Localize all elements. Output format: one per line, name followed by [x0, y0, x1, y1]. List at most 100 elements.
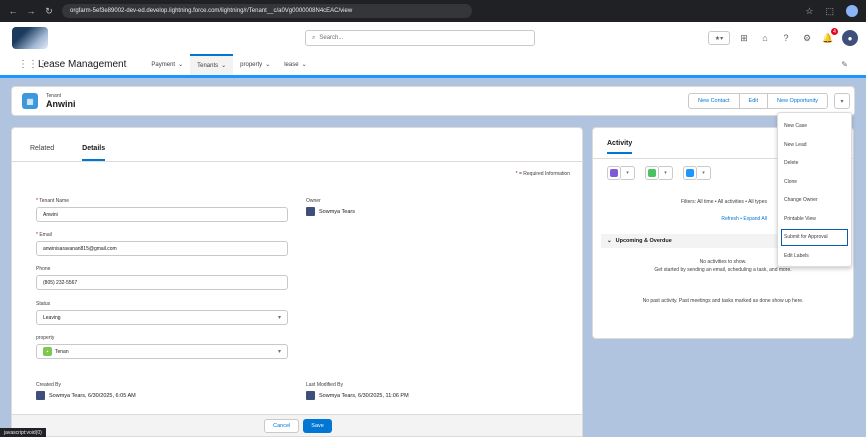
chevron-down-icon[interactable]: ⌄: [178, 61, 183, 68]
chevron-down-icon[interactable]: ▾: [697, 166, 711, 180]
email-label-text: Email: [39, 232, 52, 238]
modified-by-value: Sowmya Tears, 6/30/2025, 11:06 PM: [306, 391, 409, 400]
chevron-down-icon[interactable]: ⌄: [302, 61, 307, 68]
url-text: orgfarm-5ef3e89002-dev-ed.develop.lightn…: [70, 8, 353, 14]
email-label: * Email: [36, 232, 52, 238]
status-select[interactable]: Leaving ▾: [36, 310, 288, 325]
phone-input[interactable]: (805) 232-5567: [36, 275, 288, 290]
tenant-name-value: Anwini: [43, 211, 58, 218]
status-label: Status: [36, 301, 51, 307]
menu-item-clone[interactable]: Clone: [778, 173, 851, 192]
required-info-note: * = Required Information: [515, 171, 570, 177]
created-by-value: Sowmya Tears, 6/30/2025, 6:05 AM: [36, 391, 136, 400]
property-record-icon: ▪: [43, 347, 52, 356]
app-launcher-icon[interactable]: ⋮⋮⋮: [18, 59, 48, 70]
search-placeholder: Search...: [319, 35, 344, 41]
chevron-down-icon[interactable]: ▾: [621, 166, 635, 180]
chevron-down-icon[interactable]: ⌄: [265, 61, 270, 68]
notifications-bell-icon[interactable]: 🔔 4: [821, 28, 838, 45]
menu-item-new-lead[interactable]: New Lead: [778, 136, 851, 155]
user-icon: [306, 391, 315, 400]
owner-name[interactable]: Sowmya Tears: [319, 209, 355, 215]
org-logo[interactable]: [12, 27, 48, 49]
browser-profile-avatar[interactable]: [846, 5, 858, 17]
menu-item-edit-labels[interactable]: Edit Labels: [778, 247, 851, 266]
nav-tab-payment[interactable]: Payment ⌄: [144, 54, 190, 75]
new-task-action-button[interactable]: [683, 166, 697, 180]
nav-tab-tenants[interactable]: Tenants ⌄: [190, 54, 234, 75]
tenant-name-input[interactable]: Anwini: [36, 207, 288, 222]
created-by-text[interactable]: Sowmya Tears, 6/30/2025, 6:05 AM: [49, 393, 136, 399]
setup-gear-icon[interactable]: ⚙: [800, 31, 814, 45]
status-value: Leaving: [43, 314, 61, 321]
created-by-label: Created By: [36, 382, 62, 388]
menu-item-printable-view[interactable]: Printable View: [778, 210, 851, 229]
activity-refresh-links[interactable]: Refresh • Expand All: [721, 216, 767, 222]
chevron-down-icon[interactable]: ⌄: [221, 62, 226, 69]
menu-item-delete[interactable]: Delete: [778, 154, 851, 173]
edit-nav-pencil-icon[interactable]: ✎: [841, 60, 848, 69]
extensions-icon[interactable]: ⬚: [825, 6, 834, 17]
owner-value[interactable]: Sowmya Tears: [306, 207, 355, 216]
cancel-button[interactable]: Cancel: [264, 418, 300, 433]
phone-value: (805) 232-5567: [43, 279, 78, 286]
activity-filters[interactable]: Filters: All time • All activities • All…: [681, 199, 767, 205]
address-bar[interactable]: orgfarm-5ef3e89002-dev-ed.develop.lightn…: [62, 4, 472, 18]
more-actions-chevron-down-icon[interactable]: ▾: [834, 93, 850, 109]
tab-details[interactable]: Details: [82, 145, 106, 161]
app-name: Lease Management: [38, 59, 127, 70]
phone-label: Phone: [36, 266, 51, 272]
forward-icon[interactable]: →: [26, 6, 36, 16]
email-input[interactable]: anwinisaravanan815@gmail.com: [36, 241, 288, 256]
new-contact-button[interactable]: New Contact: [688, 93, 740, 109]
record-highlights: ▦ Tenant Anwini New Contact Edit New Opp…: [11, 86, 855, 116]
upcoming-overdue-section[interactable]: ⌄ Upcoming & Overdue: [601, 234, 779, 248]
trailhead-icon[interactable]: ⌂: [758, 31, 772, 45]
owner-label: Owner: [306, 198, 321, 204]
global-header: ⌕ Search... ★▾ ⊞ ⌂ ? ⚙ 🔔 4 ●: [0, 22, 866, 54]
modified-by-text[interactable]: Sowmya Tears, 6/30/2025, 11:06 PM: [319, 393, 409, 399]
chevron-down-icon[interactable]: ▾: [659, 166, 673, 180]
upcoming-overdue-label: Upcoming & Overdue: [615, 238, 672, 244]
modified-by-label: Last Modified By: [306, 382, 343, 388]
property-value: Tenan: [55, 348, 69, 355]
back-icon[interactable]: ←: [8, 6, 18, 16]
tenant-record-icon: ▦: [22, 93, 38, 109]
email-action-button[interactable]: [607, 166, 621, 180]
reload-icon[interactable]: ↻: [44, 6, 54, 17]
save-button[interactable]: Save: [303, 418, 332, 433]
record-detail-card: Related Details * = Required Information…: [11, 127, 583, 437]
menu-item-submit-for-approval[interactable]: Submit for Approval: [780, 228, 849, 247]
favorites-star-icon[interactable]: ★▾: [708, 31, 730, 45]
nav-tab-lease[interactable]: lease ⌄: [277, 54, 313, 75]
tenant-name-label: * Tenant Name: [36, 198, 70, 204]
tab-related[interactable]: Related: [30, 145, 54, 161]
chevron-down-icon: ⌄: [607, 238, 612, 244]
task-icon: [686, 169, 694, 177]
tenant-name-label-text: Tenant Name: [39, 198, 70, 204]
bookmark-star-icon[interactable]: ☆: [805, 6, 813, 17]
chevron-down-icon: ▾: [277, 349, 281, 355]
global-search-input[interactable]: ⌕ Search...: [305, 30, 535, 46]
help-question-icon[interactable]: ?: [779, 31, 793, 45]
activity-tab[interactable]: Activity: [607, 140, 633, 154]
log-call-action-button[interactable]: [645, 166, 659, 180]
edit-button[interactable]: Edit: [738, 93, 769, 109]
nav-tab-label: Payment: [151, 61, 176, 68]
user-icon: [36, 391, 45, 400]
no-activity-hint: Get started by sending an email, schedul…: [654, 267, 792, 273]
user-avatar[interactable]: ●: [842, 30, 858, 46]
menu-item-new-case[interactable]: New Case: [778, 117, 851, 136]
global-actions-plus-icon[interactable]: ⊞: [737, 31, 751, 45]
app-nav-bar: ⋮⋮⋮ Lease Management Payment ⌄ Tenants ⌄…: [0, 54, 866, 78]
menu-item-change-owner[interactable]: Change Owner: [778, 191, 851, 210]
form-footer: Cancel Save: [12, 414, 582, 436]
browser-toolbar: ← → ↻ orgfarm-5ef3e89002-dev-ed.develop.…: [0, 0, 866, 22]
nav-tab-label: Tenants: [197, 62, 219, 69]
property-lookup[interactable]: ▪ Tenan ▾: [36, 344, 288, 359]
new-opportunity-button[interactable]: New Opportunity: [767, 93, 828, 109]
past-activity-message: No past activity. Past meetings and task…: [642, 298, 804, 304]
required-info-text: = Required Information: [518, 171, 570, 177]
nav-tab-property[interactable]: property ⌄: [233, 54, 277, 75]
property-label: property: [36, 335, 55, 341]
